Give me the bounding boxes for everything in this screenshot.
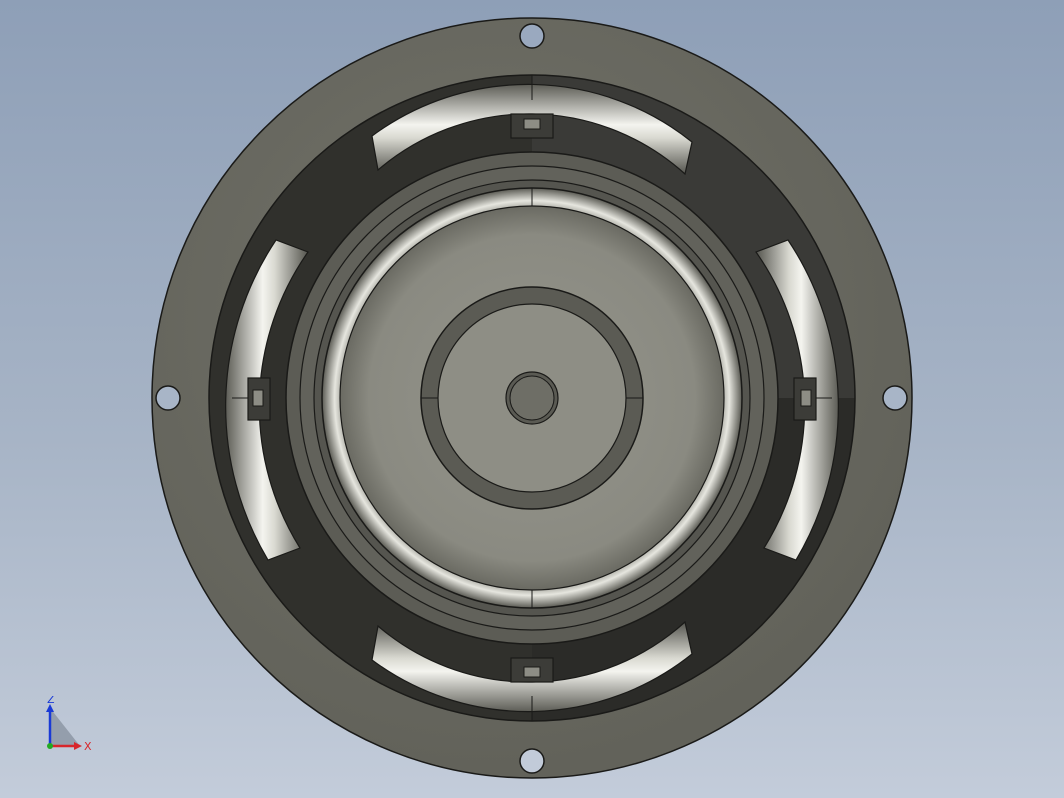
terminal-clip-bottom[interactable] — [510, 657, 554, 683]
speaker-model[interactable] — [0, 0, 1064, 798]
z-axis-label: Z — [47, 696, 55, 706]
graphics-viewport[interactable]: Z X — [0, 0, 1064, 798]
mounting-hole-top[interactable] — [519, 23, 545, 49]
x-axis-label: X — [84, 740, 92, 753]
center-pole[interactable] — [509, 375, 555, 421]
triad-plane — [50, 708, 80, 746]
mounting-hole-right[interactable] — [882, 385, 908, 411]
mounting-hole-left[interactable] — [155, 385, 181, 411]
coordinate-triad: Z X — [46, 696, 92, 753]
mounting-hole-bottom[interactable] — [519, 748, 545, 774]
triad-origin — [47, 743, 53, 749]
x-axis-arrow — [74, 742, 82, 750]
terminal-clip-top[interactable] — [510, 113, 554, 139]
